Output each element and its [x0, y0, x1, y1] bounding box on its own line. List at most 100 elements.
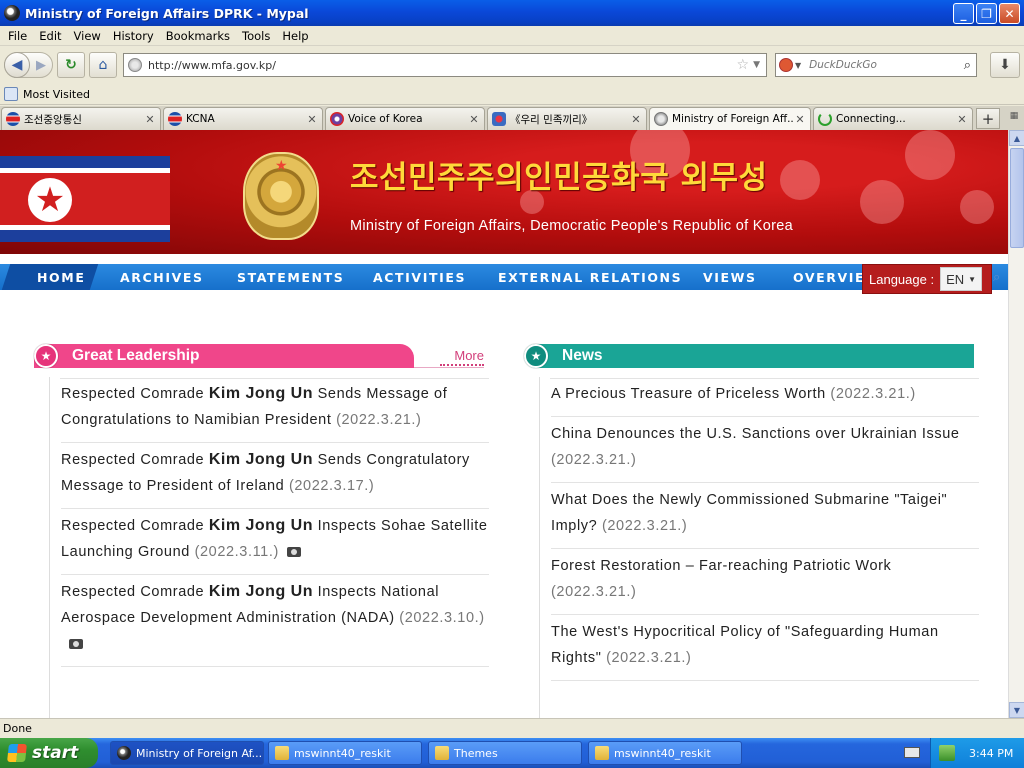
list-item[interactable]: A Precious Treasure of Priceless Worth (…	[551, 377, 979, 417]
item-date: (2022.3.21.)	[601, 518, 688, 534]
start-label: start	[32, 743, 79, 763]
menu-history[interactable]: History	[109, 29, 162, 43]
dprk-flag: ★	[0, 156, 170, 242]
banner-light-decoration	[905, 130, 955, 180]
news-title: A Precious Treasure of Priceless Worth	[551, 386, 826, 402]
tab-kcna-korean[interactable]: 조선중앙통신 ✕	[1, 107, 161, 130]
camera-icon	[69, 639, 83, 650]
scrollbar-thumb[interactable]	[1010, 148, 1024, 248]
list-item[interactable]: China Denounces the U.S. Sanctions over …	[551, 417, 979, 483]
nav-home[interactable]: HOME	[37, 270, 85, 285]
vertical-scrollbar[interactable]: ▲ ▼	[1008, 130, 1024, 718]
forward-arrow-icon: ▶	[36, 57, 46, 73]
search-bar[interactable]: ▼ ⌕	[775, 53, 977, 77]
list-item[interactable]: Respected Comrade Kim Jong Un Inspects S…	[61, 509, 489, 575]
taskbar-item-folder[interactable]: mswinnt40_reskit	[268, 741, 422, 765]
item-text: Respected Comrade	[61, 584, 209, 600]
menu-tools[interactable]: Tools	[238, 29, 278, 43]
tab-close-icon[interactable]: ✕	[143, 113, 157, 126]
status-bar: Done	[0, 718, 1024, 738]
tab-close-icon[interactable]: ✕	[467, 113, 481, 126]
nav-archives[interactable]: ARCHIVES	[120, 270, 204, 285]
downloads-button[interactable]: ⬇	[990, 52, 1020, 78]
great-leadership-list: Respected Comrade Kim Jong Un Sends Mess…	[49, 377, 489, 718]
taskbar-item-browser[interactable]: Ministry of Foreign Af...	[110, 741, 264, 765]
all-tabs-grid-icon[interactable]: ▦	[1006, 111, 1022, 127]
tab-uriminzokkiri[interactable]: 《우리 민족끼리》 ✕	[487, 107, 647, 130]
plus-icon: +	[981, 109, 995, 128]
nav-statements[interactable]: STATEMENTS	[237, 270, 344, 285]
list-item[interactable]: Respected Comrade Kim Jong Un Inspects N…	[61, 575, 489, 667]
taskbar-item-folder[interactable]: mswinnt40_reskit	[588, 741, 742, 765]
tab-label: KCNA	[186, 113, 215, 125]
minimize-icon[interactable]: _	[953, 3, 974, 24]
nav-views[interactable]: VIEWS	[703, 270, 757, 285]
url-text[interactable]: http://www.mfa.gov.kp/	[148, 59, 737, 72]
flag-red-star-icon: ★	[28, 178, 72, 222]
window-title-bar[interactable]: Ministry of Foreign Affairs DPRK - Mypal…	[0, 0, 1024, 26]
tab-close-icon[interactable]: ✕	[793, 113, 807, 126]
site-identity-globe-icon[interactable]	[128, 58, 142, 72]
nav-external-relations[interactable]: EXTERNAL RELATIONS	[498, 270, 682, 285]
forward-button[interactable]: ▶	[30, 53, 52, 77]
folder-icon	[275, 746, 289, 760]
menu-help[interactable]: Help	[278, 29, 316, 43]
banner-korean-title: 조선민주주의인민공화국 외무성	[350, 160, 768, 196]
list-item[interactable]: The West's Hypocritical Policy of "Safeg…	[551, 615, 979, 681]
taskbar: start Ministry of Foreign Af... mswinnt4…	[0, 738, 1024, 768]
menu-bookmarks[interactable]: Bookmarks	[162, 29, 238, 43]
browser-app-icon	[4, 5, 20, 21]
list-item[interactable]: What Does the Newly Commissioned Submari…	[551, 483, 979, 549]
tab-close-icon[interactable]: ✕	[305, 113, 319, 126]
taskbar-item-folder[interactable]: Themes	[428, 741, 582, 765]
tab-label: 《우리 민족끼리》	[510, 113, 593, 126]
folder-icon	[595, 746, 609, 760]
site-search-icon[interactable]: ⌕	[993, 270, 1000, 285]
language-selector[interactable]: Language : EN ▼	[862, 264, 992, 294]
list-item[interactable]: Respected Comrade Kim Jong Un Sends Mess…	[61, 377, 489, 443]
tab-voice-of-korea[interactable]: Voice of Korea ✕	[325, 107, 485, 130]
bookmark-star-icon[interactable]: ☆	[737, 57, 750, 73]
scroll-up-icon[interactable]: ▲	[1009, 130, 1024, 146]
tab-kcna[interactable]: KCNA ✕	[163, 107, 323, 130]
scroll-down-icon[interactable]: ▼	[1009, 702, 1024, 718]
tab-close-icon[interactable]: ✕	[629, 113, 643, 126]
more-link[interactable]: More	[440, 348, 484, 366]
menu-bar: File Edit View History Bookmarks Tools H…	[0, 26, 1024, 46]
keyboard-icon[interactable]	[904, 747, 920, 758]
great-leadership-header: ★ Great Leadership	[34, 344, 414, 368]
menu-file[interactable]: File	[4, 29, 35, 43]
start-button[interactable]: start	[0, 738, 98, 768]
leader-name: Kim Jong Un	[208, 517, 313, 534]
new-tab-button[interactable]: +	[976, 108, 1000, 129]
duckduckgo-engine-icon[interactable]	[779, 58, 793, 72]
search-input[interactable]	[809, 59, 964, 71]
clock[interactable]: 3:44 PM	[969, 747, 1013, 760]
menu-view[interactable]: View	[70, 29, 109, 43]
great-leadership-heading: Great Leadership	[72, 347, 200, 364]
home-button[interactable]: ⌂	[89, 52, 117, 78]
most-visited-bookmark[interactable]: Most Visited	[23, 88, 90, 101]
back-button[interactable]: ◀	[4, 52, 30, 78]
list-item[interactable]: Forest Restoration – Far-reaching Patrio…	[551, 549, 979, 615]
home-icon: ⌂	[98, 57, 108, 73]
nav-activities[interactable]: ACTIVITIES	[373, 270, 466, 285]
list-item[interactable]: Respected Comrade Kim Jong Un Sends Cong…	[61, 443, 489, 509]
reload-button[interactable]: ↻	[57, 52, 85, 78]
tab-close-icon[interactable]: ✕	[955, 113, 969, 126]
search-magnifier-icon[interactable]: ⌕	[964, 58, 971, 73]
url-history-dropdown-icon[interactable]: ▼	[753, 60, 760, 70]
close-icon[interactable]: ✕	[999, 3, 1020, 24]
restore-icon[interactable]: ❐	[976, 3, 997, 24]
tab-label: Ministry of Foreign Aff...	[672, 113, 793, 125]
language-dropdown[interactable]: EN ▼	[940, 267, 983, 291]
url-bar[interactable]: http://www.mfa.gov.kp/ ☆ ▼	[123, 53, 767, 77]
network-tray-icon[interactable]	[939, 745, 955, 761]
task-label: Themes	[454, 746, 498, 760]
menu-edit[interactable]: Edit	[35, 29, 69, 43]
tab-connecting[interactable]: Connecting... ✕	[813, 107, 973, 130]
item-text: Respected Comrade	[61, 452, 209, 468]
tab-mfa-active[interactable]: Ministry of Foreign Aff... ✕	[649, 107, 811, 130]
search-engine-dropdown-icon[interactable]: ▼	[795, 61, 801, 70]
site-banner: ★ ★ 조선민주주의인민공화국 외무성 Ministry of Foreign …	[0, 130, 1008, 254]
